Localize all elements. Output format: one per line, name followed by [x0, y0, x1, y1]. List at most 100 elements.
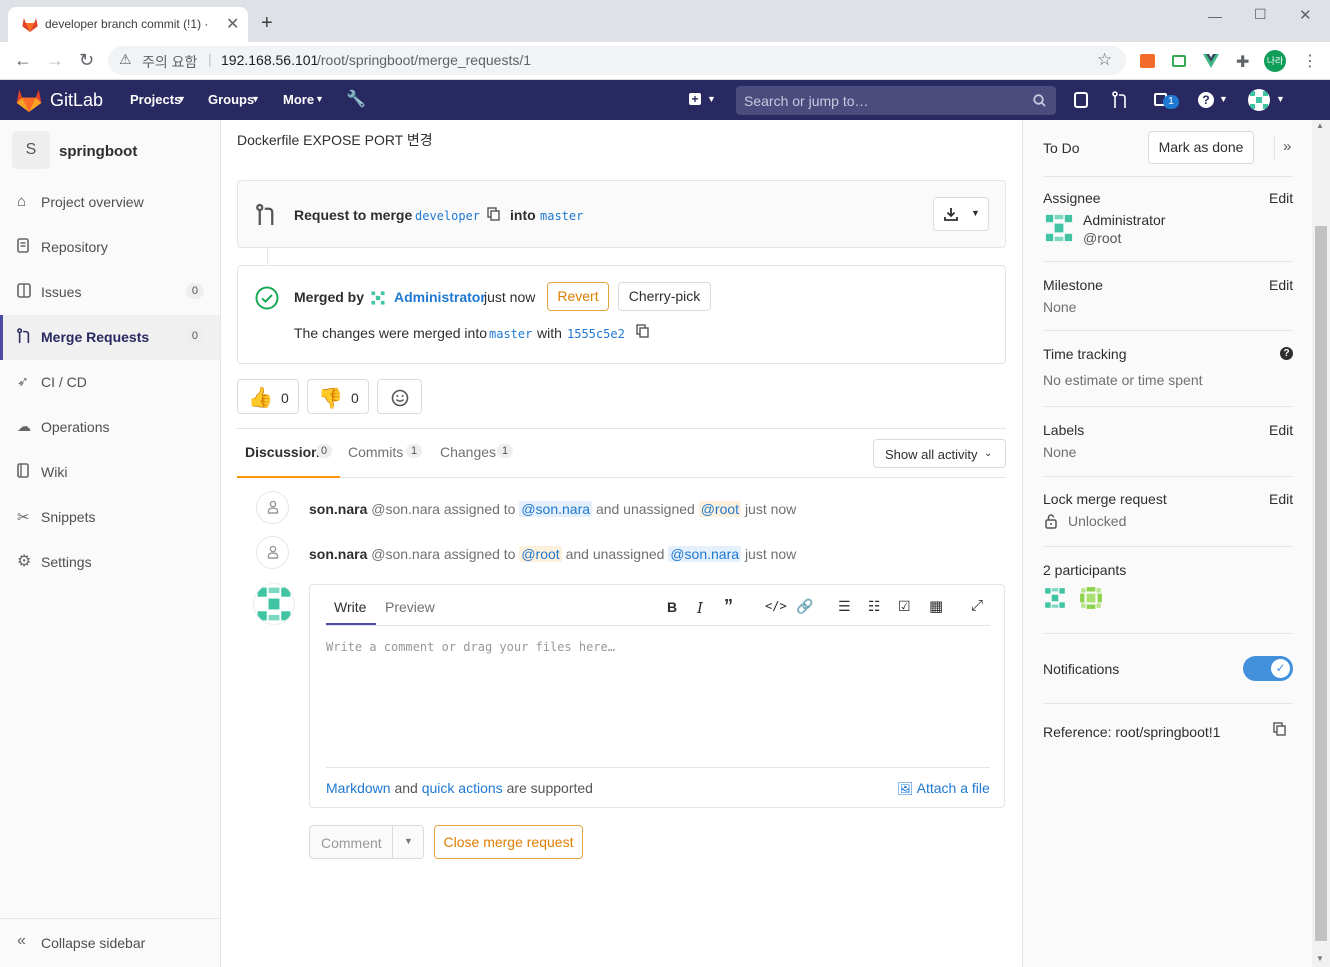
admin-wrench-icon[interactable]: 🔧: [346, 89, 366, 109]
vue-devtools-icon[interactable]: [1203, 54, 1219, 68]
fullscreen-icon[interactable]: ⤢: [971, 597, 983, 614]
bookmark-star-icon[interactable]: ☆: [1097, 50, 1112, 70]
minimize-icon[interactable]: —: [1208, 8, 1222, 24]
comment-textarea[interactable]: Write a comment or drag your files here…: [326, 637, 990, 765]
attach-file-button[interactable]: 🖼 Attach a file: [897, 780, 990, 797]
labels-edit-link[interactable]: Edit: [1269, 422, 1293, 438]
gitlab-logo-icon[interactable]: [16, 88, 42, 112]
sidebar-item-settings[interactable]: ⚙ Settings: [0, 540, 220, 585]
note-author[interactable]: son.nara: [309, 546, 367, 562]
scrollbar-thumb[interactable]: [1315, 226, 1327, 941]
help-icon[interactable]: ?: [1198, 92, 1214, 108]
user-avatar[interactable]: [1248, 89, 1270, 111]
mark-as-done-button[interactable]: Mark as done: [1148, 131, 1254, 164]
scroll-down-icon[interactable]: ▼: [1316, 954, 1324, 963]
reload-icon[interactable]: ↻: [79, 50, 94, 71]
window-close-icon[interactable]: ✕: [1299, 6, 1312, 24]
activity-filter-dropdown[interactable]: Show all activity ⌄: [873, 439, 1006, 468]
extension-icon[interactable]: [1172, 55, 1186, 67]
assignee-edit-link[interactable]: Edit: [1269, 190, 1293, 206]
merged-user-link[interactable]: Administrator: [394, 289, 486, 305]
sidebar-item-operations[interactable]: ☁ Operations: [0, 405, 220, 450]
forward-icon[interactable]: →: [46, 50, 64, 71]
numbered-list-icon[interactable]: ☷: [868, 598, 881, 615]
note-handle[interactable]: @son.nara: [371, 546, 440, 562]
bullet-list-icon[interactable]: ☰: [838, 598, 851, 615]
extensions-puzzle-icon[interactable]: ✚: [1236, 52, 1249, 72]
tab-commits[interactable]: Commits 1: [340, 436, 426, 478]
copy-icon[interactable]: [487, 207, 500, 221]
task-list-icon[interactable]: ☑: [898, 598, 911, 615]
quick-actions-link[interactable]: quick actions: [422, 780, 503, 796]
source-branch[interactable]: developer: [415, 209, 480, 223]
new-plus-icon[interactable]: +: [689, 93, 701, 105]
merged-target-branch[interactable]: master: [489, 327, 532, 341]
revert-button[interactable]: Revert: [547, 282, 609, 311]
tab-changes[interactable]: Changes 1: [432, 436, 518, 478]
tab-close-icon[interactable]: ✕: [226, 14, 239, 34]
project-avatar[interactable]: S: [12, 131, 50, 169]
extension-icon[interactable]: [1140, 54, 1155, 68]
merge-request-icon[interactable]: [1112, 91, 1128, 109]
user-mention[interactable]: @son.nara: [668, 546, 742, 562]
assignee-avatar[interactable]: [1043, 212, 1075, 244]
notifications-toggle[interactable]: ✓: [1243, 656, 1293, 681]
target-branch[interactable]: master: [540, 209, 583, 223]
thumbs-down-button[interactable]: 👎 0: [307, 379, 369, 414]
browser-tab[interactable]: developer branch commit (!1) · ✕: [8, 7, 248, 42]
user-mention[interactable]: @root: [698, 501, 742, 517]
tab-write[interactable]: Write: [326, 592, 376, 625]
profile-avatar[interactable]: 나라: [1264, 50, 1286, 72]
maximize-icon[interactable]: ☐: [1254, 6, 1267, 23]
table-icon[interactable]: ▦: [929, 597, 943, 615]
collapse-right-sidebar-icon[interactable]: »: [1283, 138, 1291, 155]
sidebar-item-merge-requests[interactable]: Merge Requests 0: [0, 315, 220, 360]
search-input[interactable]: Search or jump to…: [736, 86, 1056, 115]
sidebar-item-project-overview[interactable]: ⌂ Project overview: [0, 180, 220, 225]
gitlab-brand[interactable]: GitLab: [50, 90, 103, 111]
sidebar-item-snippets[interactable]: ✂ Snippets: [0, 495, 220, 540]
user-mention[interactable]: @son.nara: [519, 501, 593, 517]
help-icon[interactable]: ?: [1280, 347, 1293, 360]
commit-sha-link[interactable]: 1555c5e2: [567, 327, 625, 341]
download-dropdown[interactable]: ▼: [933, 197, 989, 231]
assignee-name[interactable]: Administrator: [1083, 212, 1165, 228]
sidebar-item-ci-cd[interactable]: ➶ CI / CD: [0, 360, 220, 405]
sidebar-item-issues[interactable]: Issues 0: [0, 270, 220, 315]
milestone-edit-link[interactable]: Edit: [1269, 277, 1293, 293]
copy-icon[interactable]: [636, 324, 649, 338]
close-merge-request-button[interactable]: Close merge request: [434, 825, 583, 859]
new-tab-button[interactable]: +: [261, 12, 273, 35]
code-icon[interactable]: </>: [765, 599, 787, 613]
user-mention[interactable]: @root: [519, 546, 562, 562]
scroll-up-icon[interactable]: ▲: [1316, 121, 1324, 130]
browser-menu-icon[interactable]: ⋮: [1302, 51, 1318, 71]
quote-icon[interactable]: ”: [724, 596, 733, 617]
collapse-sidebar-button[interactable]: « Collapse sidebar: [0, 920, 220, 965]
tab-preview[interactable]: Preview: [385, 599, 435, 615]
current-user-avatar[interactable]: [253, 583, 295, 625]
add-reaction-button[interactable]: [377, 379, 422, 414]
link-icon[interactable]: 🔗: [796, 598, 813, 615]
copy-icon[interactable]: [1273, 722, 1286, 736]
nav-projects[interactable]: Projects: [130, 92, 181, 107]
sidebar-item-wiki[interactable]: Wiki: [0, 450, 220, 495]
project-name[interactable]: springboot: [59, 143, 137, 160]
nav-groups[interactable]: Groups: [208, 92, 254, 107]
chevron-down-icon[interactable]: ▼: [404, 836, 413, 846]
participant-avatar[interactable]: [1079, 586, 1103, 610]
back-icon[interactable]: ←: [14, 50, 32, 71]
lock-edit-link[interactable]: Edit: [1269, 491, 1293, 507]
sidebar-item-repository[interactable]: Repository: [0, 225, 220, 270]
note-author[interactable]: son.nara: [309, 501, 367, 517]
note-handle[interactable]: @son.nara: [371, 501, 440, 517]
comment-button[interactable]: Comment: [321, 835, 382, 851]
bold-icon[interactable]: B: [667, 599, 677, 615]
cherry-pick-button[interactable]: Cherry-pick: [618, 282, 711, 311]
tab-discussion[interactable]: Discussion 0: [237, 436, 340, 478]
issues-icon[interactable]: [1074, 92, 1088, 108]
participant-avatar[interactable]: [1043, 586, 1067, 610]
address-bar[interactable]: ⚠ 주의 요함 | 192.168.56.101 /root/springboo…: [108, 46, 1126, 75]
nav-more[interactable]: More: [283, 92, 314, 107]
italic-icon[interactable]: I: [697, 599, 703, 617]
